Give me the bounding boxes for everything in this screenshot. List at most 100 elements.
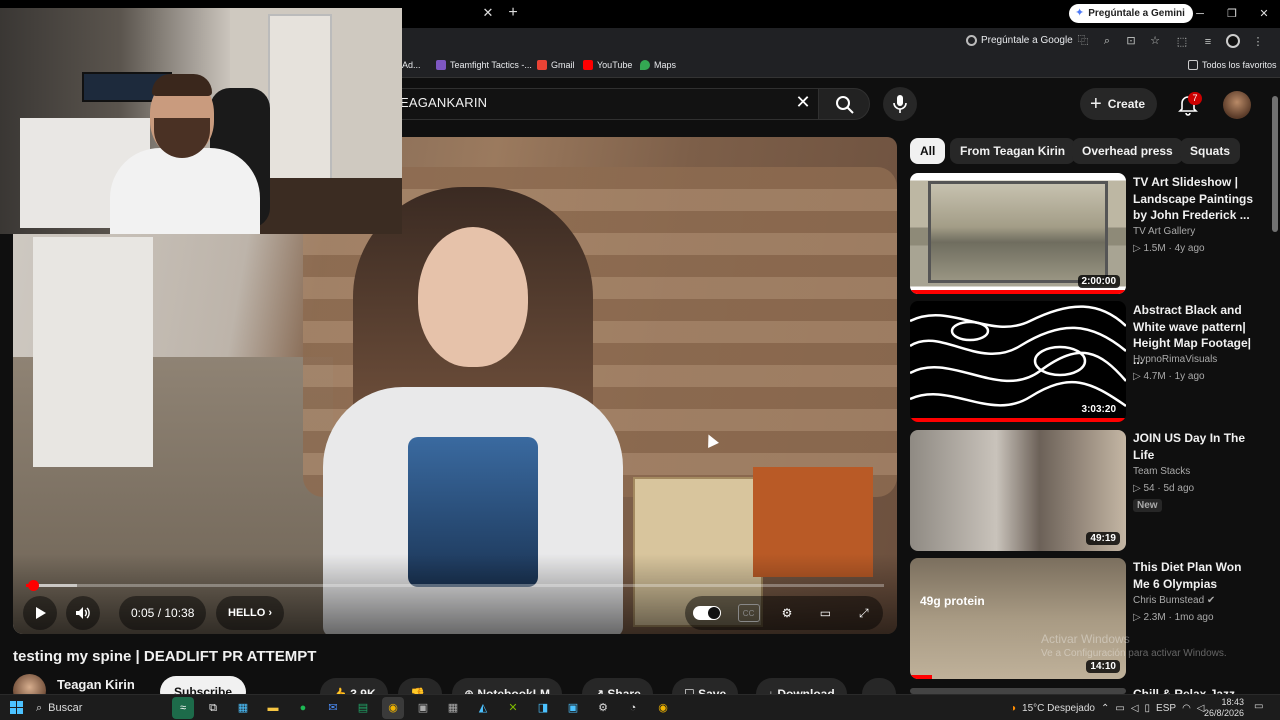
close-window-icon[interactable]: ✕: [1248, 0, 1280, 28]
task-view-icon[interactable]: ⧉: [202, 697, 224, 719]
excel-icon[interactable]: ▤: [352, 697, 374, 719]
rec-thumbnail[interactable]: 3:03:20: [910, 301, 1126, 422]
xbox-icon[interactable]: ✕: [502, 697, 524, 719]
ask-gemini-button[interactable]: ✦ Pregúntale a Gemini: [1069, 4, 1193, 23]
voice-search-button[interactable]: [883, 87, 917, 121]
bookmark-label: Maps: [654, 60, 677, 70]
tft-icon: [436, 60, 446, 70]
windows-start-icon[interactable]: [10, 701, 24, 715]
chip-all[interactable]: All: [910, 138, 946, 164]
profile-icon[interactable]: [1226, 34, 1240, 48]
app-icon[interactable]: ◨: [532, 697, 554, 719]
rec-thumbnail[interactable]: 2:00:00: [910, 173, 1126, 294]
scrubber-handle[interactable]: [27, 580, 39, 591]
chevron-up-icon[interactable]: ⌃: [1101, 703, 1109, 714]
app-icon[interactable]: ▣: [562, 697, 584, 719]
spotify-icon[interactable]: ●: [292, 697, 314, 719]
menu-icon[interactable]: ⋮: [1250, 34, 1266, 50]
create-button[interactable]: + Create: [1080, 88, 1158, 120]
calculator-icon[interactable]: ▦: [442, 697, 464, 719]
microphone-icon: [893, 95, 907, 113]
miniplayer-icon[interactable]: ▭: [814, 602, 836, 624]
language-indicator[interactable]: ESP: [1156, 703, 1176, 714]
tab-close-icon[interactable]: ✕: [480, 5, 496, 21]
bookmark-item[interactable]: Gmail: [537, 60, 575, 70]
notifications-icon[interactable]: ▭: [1254, 701, 1268, 715]
clear-search-icon[interactable]: ✕: [793, 92, 813, 112]
wifi-icon[interactable]: ◠: [1182, 703, 1191, 714]
bookmark-item[interactable]: YouTube: [583, 60, 632, 70]
bookmark-label: Ad...: [402, 60, 421, 70]
chrome-icon[interactable]: ◉: [382, 697, 404, 719]
settings-icon[interactable]: ⚙: [592, 697, 614, 719]
notification-badge: 7: [1188, 92, 1202, 105]
store-icon[interactable]: ▦: [232, 697, 254, 719]
create-label: Create: [1107, 97, 1146, 111]
rec-title[interactable]: JOIN US Day In The Life: [1133, 430, 1261, 463]
rec-title[interactable]: TV Art Slideshow | Landscape Paintings b…: [1133, 174, 1261, 224]
bookmark-item[interactable]: Teamfight Tactics -...: [436, 60, 532, 70]
window-controls: ─ ❐ ✕: [1184, 0, 1280, 28]
rec-thumbnail[interactable]: 49:19: [910, 430, 1126, 551]
scroll-thumb[interactable]: [1272, 96, 1278, 232]
play-icon: [36, 607, 46, 619]
ask-google-button[interactable]: Pregúntale a Google: [966, 35, 1073, 46]
bookmark-star-icon[interactable]: ☆: [1148, 34, 1162, 48]
weather-icon[interactable]: ◑: [1010, 703, 1016, 714]
rec-thumbnail[interactable]: 49g protein 14:10: [910, 558, 1126, 679]
account-avatar[interactable]: [1223, 91, 1251, 119]
app-icon[interactable]: ▣: [412, 697, 434, 719]
chip-squats[interactable]: Squats: [1180, 138, 1241, 164]
media-icon[interactable]: ≡: [1200, 34, 1216, 50]
chapter-button[interactable]: HELLO ›: [216, 596, 285, 630]
rec-channel[interactable]: Team Stacks: [1133, 466, 1190, 477]
new-tab-icon[interactable]: +: [504, 4, 522, 22]
activate-windows-title: Activar Windows: [1041, 632, 1130, 646]
battery-icon[interactable]: ▯: [1145, 703, 1151, 714]
clock[interactable]: 18:43 26/8/2026: [1204, 697, 1244, 719]
widgets-icon[interactable]: ≈: [172, 697, 194, 719]
translate-icon[interactable]: ⿻: [1076, 34, 1090, 48]
chrome-icon[interactable]: ◉: [652, 697, 674, 719]
video-title: testing my spine | DEADLIFT PR ATTEMPT: [13, 648, 317, 665]
views-play-icon: ▷: [1133, 483, 1144, 494]
app-icon[interactable]: ◔: [622, 697, 644, 719]
captions-icon[interactable]: CC: [737, 604, 760, 622]
extensions-icon[interactable]: ⬚: [1174, 34, 1190, 50]
volume-button[interactable]: [66, 596, 100, 630]
channel-name[interactable]: Teagan Kirin: [57, 677, 135, 692]
play-button[interactable]: [23, 596, 57, 630]
volume-tray-icon[interactable]: ◁: [1131, 703, 1139, 714]
outlook-icon[interactable]: ✉: [322, 697, 344, 719]
rec-channel[interactable]: HypnoRimaVisuals: [1133, 354, 1217, 365]
bookmark-item[interactable]: Maps: [640, 60, 676, 70]
chip-overhead-press[interactable]: Overhead press: [1072, 138, 1183, 164]
rec-channel[interactable]: TV Art Gallery: [1133, 226, 1195, 237]
zoom-icon[interactable]: ⌕: [1100, 34, 1114, 48]
chip-from-channel[interactable]: From Teagan Kirin: [950, 138, 1076, 164]
settings-gear-icon[interactable]: ⚙: [776, 602, 798, 624]
rec-title[interactable]: This Diet Plan Won Me 6 Olympias: [1133, 559, 1261, 592]
bookmark-item[interactable]: Ad...: [402, 60, 421, 70]
all-favorites-folder[interactable]: Todos los favoritos: [1188, 60, 1277, 70]
taskbar-search[interactable]: ⌕ Buscar: [36, 699, 82, 717]
fullscreen-icon[interactable]: ⤢: [853, 602, 875, 624]
weather-text[interactable]: 15°C Despejado: [1022, 703, 1095, 714]
seek-bar[interactable]: [26, 580, 884, 591]
network-icon[interactable]: ▭: [1115, 703, 1124, 714]
minimize-icon[interactable]: ─: [1184, 0, 1216, 28]
plus-icon: +: [1090, 93, 1102, 115]
activate-windows-subtitle: Ve a Configuración para activar Windows.: [1041, 648, 1227, 659]
rec-title[interactable]: Chill & Relax Jazz ...: [1133, 686, 1261, 694]
rec-channel[interactable]: Chris Bumstead ✔: [1133, 595, 1215, 606]
page-scrollbar[interactable]: [1270, 82, 1280, 692]
file-explorer-icon[interactable]: ▬: [262, 697, 284, 719]
search-icon: ⌕: [36, 701, 43, 714]
search-button[interactable]: [818, 88, 870, 120]
restore-icon[interactable]: ❐: [1216, 0, 1248, 28]
search-query[interactable]: EAGANKARIN: [400, 95, 487, 110]
app-icon[interactable]: ◭: [472, 697, 494, 719]
autoplay-toggle[interactable]: [693, 606, 722, 620]
duration-badge: 14:10: [1086, 660, 1120, 673]
install-icon[interactable]: ⊡: [1124, 34, 1138, 48]
